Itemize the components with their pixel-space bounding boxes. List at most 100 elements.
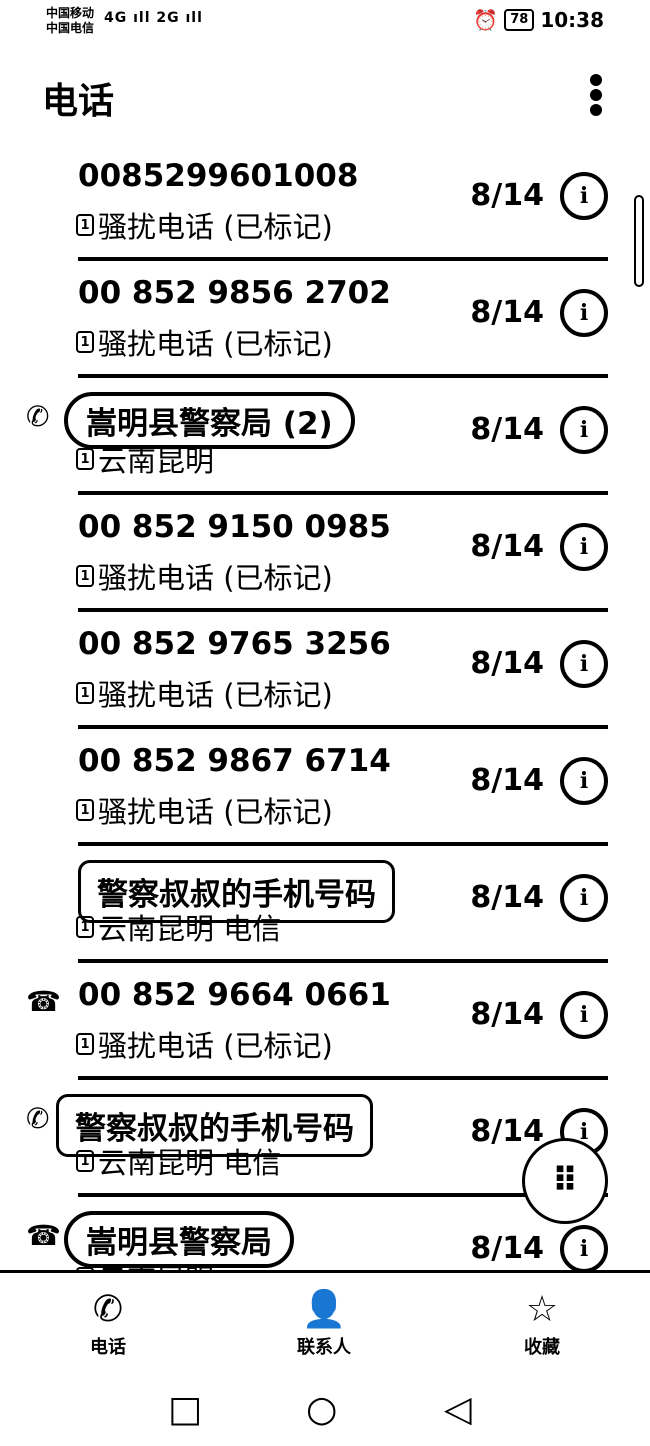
call-sub-text: 骚扰电话 (已标记) bbox=[98, 327, 333, 361]
divider bbox=[78, 257, 608, 261]
call-sub-text: 骚扰电话 (已标记) bbox=[98, 795, 333, 829]
call-date: 8/14 bbox=[470, 178, 544, 213]
page-title: 电话 bbox=[42, 81, 115, 122]
call-subtitle: 1云南昆明 bbox=[76, 438, 214, 480]
clock: 10:38 bbox=[540, 8, 604, 32]
back-icon[interactable]: ◁ bbox=[444, 1390, 472, 1430]
call-type-icon: ✆ bbox=[26, 400, 50, 433]
call-subtitle: 1 骚扰电话 (已标记) bbox=[76, 321, 333, 363]
call-name: 00 852 9856 2702 bbox=[78, 275, 391, 311]
call-date: 8/14 bbox=[470, 763, 544, 798]
call-subtitle: 1 骚扰电话 (已标记) bbox=[76, 1023, 333, 1065]
call-log-list: 0085299601008 1 骚扰电话 (已标记) 8/14 i 00 852 … bbox=[0, 150, 650, 1270]
call-row[interactable]: ☎ 00 852 9664 0661 1 骚扰电话 (已标记) 8/14 i bbox=[0, 969, 650, 1086]
call-row[interactable]: 00 852 9150 0985 1 骚扰电话 (已标记) 8/14 i bbox=[0, 501, 650, 618]
divider bbox=[78, 959, 608, 963]
call-sub-text: 云南昆明 电信 bbox=[98, 1146, 282, 1180]
phone-icon: ✆ bbox=[92, 1289, 124, 1330]
info-icon[interactable]: i bbox=[560, 406, 608, 454]
call-name: 00 852 9664 0661 bbox=[78, 977, 391, 1013]
call-row[interactable]: 00 852 9765 3256 1 骚扰电话 (已标记) 8/14 i bbox=[0, 618, 650, 735]
call-row[interactable]: 00 852 9867 6714 1 骚扰电话 (已标记) 8/14 i bbox=[0, 735, 650, 852]
call-sub-text: 云南昆明 bbox=[98, 1257, 214, 1270]
divider bbox=[78, 1076, 608, 1080]
star-icon: ☆ bbox=[525, 1289, 559, 1330]
divider bbox=[78, 608, 608, 612]
status-bar: 中国移动 中国电信 4G ıll 2G ıll ⏰ 78 10:38 bbox=[0, 0, 650, 44]
call-date: 8/14 bbox=[470, 412, 544, 447]
battery-icon: 78 bbox=[504, 9, 535, 31]
info-icon[interactable]: i bbox=[560, 874, 608, 922]
call-name: 00 852 9765 3256 bbox=[78, 626, 391, 662]
tab-phone[interactable]: ✆ 电话 bbox=[48, 1289, 168, 1359]
call-row[interactable]: 00 852 9856 2702 1 骚扰电话 (已标记) 8/14 i bbox=[0, 267, 650, 384]
recents-icon[interactable]: □ bbox=[168, 1390, 202, 1430]
call-subtitle: 1 骚扰电话 (已标记) bbox=[76, 789, 333, 831]
call-subtitle: 1 云南昆明 电信 bbox=[76, 1140, 281, 1182]
call-date: 8/14 bbox=[470, 529, 544, 564]
signal-icon: 4G ıll 2G ıll bbox=[104, 10, 203, 26]
call-date: 8/14 bbox=[470, 997, 544, 1032]
carrier-2: 中国电信 bbox=[46, 21, 95, 35]
system-nav-bar: □ ○ ◁ bbox=[0, 1376, 650, 1446]
status-right: ⏰ 78 10:38 bbox=[473, 8, 604, 32]
call-date: 8/14 bbox=[470, 1114, 544, 1149]
sim-1-icon: 1 bbox=[76, 214, 94, 236]
call-type-icon: ✆ bbox=[26, 1102, 50, 1135]
call-date: 8/14 bbox=[470, 880, 544, 915]
call-date: 8/14 bbox=[470, 646, 544, 681]
home-icon[interactable]: ○ bbox=[306, 1390, 337, 1430]
call-subtitle: 1 骚扰电话 (已标记) bbox=[76, 555, 333, 597]
contacts-icon: 👤 bbox=[301, 1289, 347, 1330]
call-sub-text: 云南昆明 bbox=[98, 444, 215, 478]
call-row[interactable]: 0085299601008 1 骚扰电话 (已标记) 8/14 i bbox=[0, 150, 650, 267]
call-name: 00 852 9867 6714 bbox=[78, 743, 391, 779]
call-sub-text: 骚扰电话 (已标记) bbox=[98, 1029, 333, 1063]
sim-1-icon: 1 bbox=[76, 565, 94, 587]
info-icon[interactable]: i bbox=[560, 172, 608, 220]
call-subtitle: 1云南昆明 bbox=[76, 1257, 214, 1270]
tab-contacts-label: 联系人 bbox=[297, 1337, 351, 1358]
call-type-icon: ☎ bbox=[26, 985, 61, 1018]
sim-1-icon: 1 bbox=[76, 1150, 94, 1172]
info-icon[interactable]: i bbox=[560, 757, 608, 805]
info-icon[interactable]: i bbox=[560, 1225, 608, 1270]
info-icon[interactable]: i bbox=[560, 991, 608, 1039]
sim-1-icon: 1 bbox=[76, 916, 94, 938]
call-name: 00 852 9150 0985 bbox=[78, 509, 391, 545]
call-row[interactable]: ✆ 嵩明县警察局 (2) 1 云南昆明 8/14 i bbox=[0, 384, 650, 501]
call-sub-text: 骚扰电话 (已标记) bbox=[98, 210, 333, 244]
sim-1-icon: 1 bbox=[76, 331, 94, 353]
call-name: 0085299601008 bbox=[78, 158, 359, 194]
tab-phone-label: 电话 bbox=[90, 1337, 126, 1358]
divider bbox=[78, 374, 608, 378]
divider bbox=[78, 491, 608, 495]
divider bbox=[78, 842, 608, 846]
tab-contacts[interactable]: 👤 联系人 bbox=[264, 1289, 384, 1359]
call-date: 8/14 bbox=[470, 295, 544, 330]
call-subtitle: 1 云南昆明 电信 bbox=[76, 906, 281, 948]
dialpad-icon: ⠿ bbox=[551, 1161, 579, 1201]
sim-1-icon: 1 bbox=[76, 1033, 94, 1055]
tab-favorites[interactable]: ☆ 收藏 bbox=[482, 1289, 602, 1359]
call-type-icon: ☎ bbox=[26, 1219, 61, 1252]
dialpad-button[interactable]: ⠿ bbox=[522, 1138, 608, 1224]
divider bbox=[78, 725, 608, 729]
info-icon[interactable]: i bbox=[560, 523, 608, 571]
call-sub-text: 骚扰电话 (已标记) bbox=[98, 561, 333, 595]
more-options-icon[interactable] bbox=[586, 74, 606, 116]
carrier-labels: 中国移动 中国电信 bbox=[46, 6, 94, 36]
sim-1-icon: 1 bbox=[76, 682, 94, 704]
call-row[interactable]: 警察叔叔的手机号码 1 云南昆明 电信 8/14 i bbox=[0, 852, 650, 969]
alarm-icon: ⏰ bbox=[473, 8, 499, 32]
call-subtitle: 1 骚扰电话 (已标记) bbox=[76, 672, 333, 714]
call-date: 8/14 bbox=[470, 1231, 544, 1266]
sim-1-icon: 1 bbox=[76, 799, 94, 821]
tab-favorites-label: 收藏 bbox=[524, 1337, 560, 1358]
call-sub-text: 云南昆明 电信 bbox=[98, 912, 282, 946]
info-icon[interactable]: i bbox=[560, 289, 608, 337]
call-subtitle: 1 骚扰电话 (已标记) bbox=[76, 204, 333, 246]
info-icon[interactable]: i bbox=[560, 640, 608, 688]
sim-1-icon: 1 bbox=[76, 448, 94, 470]
bottom-nav: ✆ 电话 👤 联系人 ☆ 收藏 bbox=[0, 1270, 650, 1373]
